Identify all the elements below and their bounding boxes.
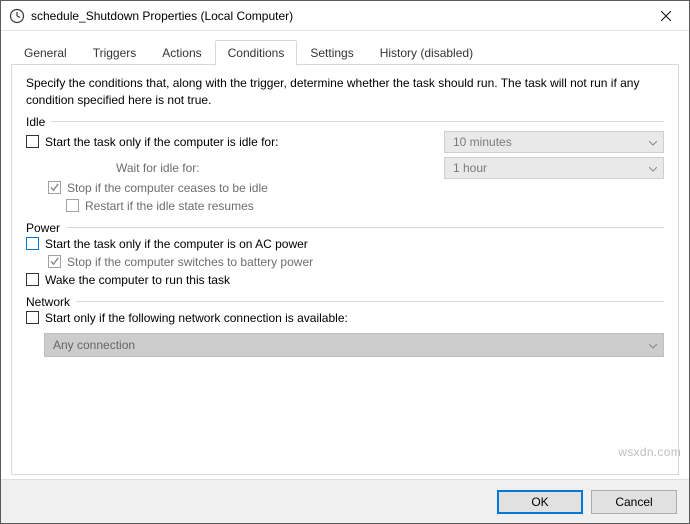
checkbox-start-only-if-network[interactable] [26,311,39,324]
group-network: Network [26,295,664,309]
tab-triggers[interactable]: Triggers [80,40,150,65]
tab-history[interactable]: History (disabled) [367,40,486,65]
chevron-down-icon [649,161,657,175]
titlebar: schedule_Shutdown Properties (Local Comp… [1,1,689,31]
group-power-label: Power [26,221,60,235]
label-wait-for-idle: Wait for idle for: [116,161,200,175]
checkbox-restart-if-idle-resumes [66,199,79,212]
close-button[interactable] [643,1,689,31]
group-idle: Idle [26,115,664,129]
checkbox-start-idle[interactable] [26,135,39,148]
dialog-footer: OK Cancel [1,479,689,523]
select-wait-idle-value: 1 hour [453,161,487,175]
divider [66,227,664,228]
watermark: wsxdn.com [618,445,681,459]
select-idle-duration-value: 10 minutes [453,135,512,149]
chevron-down-icon [649,338,657,352]
cancel-button[interactable]: Cancel [591,490,677,514]
select-network-value: Any connection [53,338,135,352]
select-network-connection: Any connection [44,333,664,357]
group-network-label: Network [26,295,70,309]
checkbox-wake-to-run[interactable] [26,273,39,286]
label-stop-if-not-idle: Stop if the computer ceases to be idle [67,181,268,195]
ok-button[interactable]: OK [497,490,583,514]
label-restart-if-idle-resumes: Restart if the idle state resumes [85,199,254,213]
checkbox-stop-if-not-idle [48,181,61,194]
chevron-down-icon [649,135,657,149]
close-icon [661,11,671,21]
tab-general[interactable]: General [11,40,80,65]
tab-settings[interactable]: Settings [297,40,366,65]
group-power: Power [26,221,664,235]
divider [76,301,664,302]
divider [51,121,664,122]
label-wake-to-run: Wake the computer to run this task [45,273,230,287]
tab-page-conditions: Specify the conditions that, along with … [11,64,679,475]
properties-dialog: schedule_Shutdown Properties (Local Comp… [0,0,690,524]
checkbox-stop-on-battery [48,255,61,268]
label-start-idle: Start the task only if the computer is i… [45,135,278,149]
tab-conditions[interactable]: Conditions [215,40,298,66]
tab-strip: General Triggers Actions Conditions Sett… [11,39,679,65]
clock-icon [9,8,25,24]
window-title: schedule_Shutdown Properties (Local Comp… [31,9,643,23]
select-wait-idle[interactable]: 1 hour [444,157,664,179]
label-start-on-ac: Start the task only if the computer is o… [45,237,308,251]
tab-actions[interactable]: Actions [149,40,214,65]
select-idle-duration[interactable]: 10 minutes [444,131,664,153]
label-start-only-if-network: Start only if the following network conn… [45,311,348,325]
conditions-description: Specify the conditions that, along with … [26,75,664,109]
label-stop-on-battery: Stop if the computer switches to battery… [67,255,313,269]
checkbox-start-on-ac[interactable] [26,237,39,250]
group-idle-label: Idle [26,115,45,129]
dialog-body: General Triggers Actions Conditions Sett… [1,31,689,479]
